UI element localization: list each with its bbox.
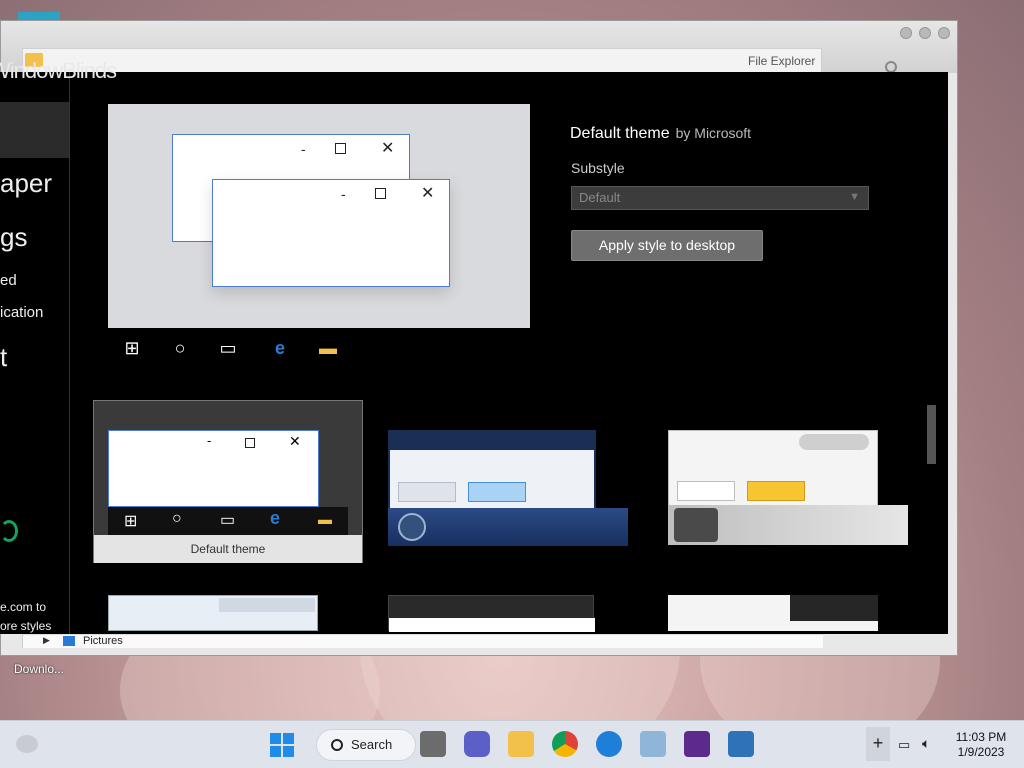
sidebar-item-wallpaper[interactable]: aper (0, 168, 52, 199)
address-item-pictures[interactable]: Pictures (83, 635, 123, 647)
taskbar: + ▭ 🔈︎ (0, 720, 1024, 768)
close-button[interactable] (938, 27, 950, 39)
edge-icon: e (270, 508, 281, 528)
sidebar-item-advanced[interactable]: ed (0, 272, 17, 289)
file-explorer-title: File Explorer (748, 54, 816, 68)
thumb-button-hover (747, 481, 805, 501)
cortana-circle-icon: ○ (174, 338, 186, 358)
style-thumbnail-light[interactable] (668, 595, 878, 631)
chrome-icon[interactable] (552, 731, 578, 757)
edge-icon: e (274, 338, 285, 358)
preview-minimize-icon: - (301, 141, 306, 157)
preview-maximize-icon (335, 143, 346, 154)
browser-icon[interactable] (596, 731, 622, 757)
windows-logo-icon: ⊞ (124, 338, 140, 358)
windowblinds-logo: WindowBlinds (0, 58, 117, 83)
style-name: Default theme (570, 125, 670, 142)
thumbnail-caption: Default theme (94, 535, 362, 563)
thumb-window (388, 430, 596, 510)
scrollbar-thumb[interactable] (927, 405, 936, 464)
settings-sidebar: aper gs ed ication t e.com to ore styles (0, 72, 70, 634)
thumb-caption-buttons (219, 598, 315, 612)
style-thumbnail-dark[interactable] (388, 595, 595, 632)
sidebar-link-line1[interactable]: e.com to (0, 600, 46, 614)
task-view-icon: ▭ (220, 512, 236, 529)
clock-time: 11:03 PM (955, 730, 1007, 744)
start-button-icon (674, 508, 718, 542)
stardock-logo-icon (0, 520, 18, 542)
style-title: Default theme by Microsoft (570, 125, 751, 143)
preview-close-icon: ✕ (381, 140, 395, 157)
windowblinds-icon[interactable] (728, 731, 754, 757)
task-view-icon: ▭ (219, 338, 237, 358)
style-thumbnail-classic[interactable] (108, 595, 318, 631)
style-preview: - ✕ - ✕ (108, 104, 530, 328)
sidebar-link-line2[interactable]: ore styles (0, 619, 51, 633)
substyle-label: Substyle (571, 160, 625, 176)
thumb-window (668, 430, 878, 510)
style-author: by Microsoft (675, 125, 752, 141)
thumb-taskbar: ⊞ ○ ▭ e ▬ (108, 507, 348, 535)
thumb-minimize-icon: - (207, 433, 212, 448)
style-thumbnail-silver[interactable] (668, 430, 908, 546)
taskbar-search[interactable]: Search (316, 729, 416, 761)
preview-maximize-icon (375, 188, 386, 199)
apply-style-button[interactable]: Apply style to desktop (571, 230, 763, 261)
minimize-button[interactable] (900, 27, 912, 39)
sidebar-item-about[interactable]: t (0, 342, 7, 373)
sidebar-item-settings[interactable]: gs (0, 222, 27, 253)
weather-icon[interactable] (16, 735, 38, 753)
desktop-download-label[interactable]: Downlo... (14, 662, 64, 676)
chevron-down-icon: ▼ (849, 191, 860, 203)
thumb-button-hover (468, 482, 526, 502)
start-button[interactable] (270, 733, 294, 757)
file-explorer-icon[interactable] (508, 731, 534, 757)
address-bar[interactable]: ▶ Pictures (23, 634, 823, 648)
cortana-circle-icon: ○ (172, 510, 182, 527)
thumb-maximize-icon (245, 438, 255, 448)
thumb-window-body (389, 618, 595, 632)
substyle-value: Default (579, 190, 621, 205)
thumb-button-normal (398, 482, 456, 502)
thumb-taskbar (388, 508, 628, 546)
task-view-icon[interactable] (420, 731, 446, 757)
thumb-titlebar (390, 432, 594, 450)
expand-arrow-icon[interactable]: ▶ (43, 635, 50, 646)
windows-logo-icon: ⊞ (124, 513, 138, 530)
maximize-button[interactable] (919, 27, 931, 39)
preview-minimize-icon: - (341, 186, 346, 202)
preview-window-front: - ✕ (212, 179, 450, 287)
pictures-folder-icon (63, 636, 75, 646)
sidebar-selected-item[interactable] (0, 102, 69, 158)
monitor-app-icon[interactable] (640, 731, 666, 757)
start-orb-icon (398, 513, 426, 541)
thumb-caption-buttons (790, 595, 878, 621)
teams-icon[interactable] (464, 731, 490, 757)
add-icon[interactable]: + (866, 727, 890, 761)
volume-icon[interactable]: 🔈︎ (922, 735, 930, 752)
thumb-caption-buttons (799, 434, 869, 450)
clock-date: 1/9/2023 (957, 745, 1005, 759)
thumb-window: - ✕ (108, 430, 319, 507)
app-icon[interactable] (684, 731, 710, 757)
network-icon[interactable]: ▭ (898, 737, 910, 753)
preview-close-icon: ✕ (421, 185, 435, 202)
folder-icon: ▬ (319, 338, 337, 358)
thumb-button-normal (677, 481, 735, 501)
search-icon (331, 739, 343, 751)
thumb-close-icon: ✕ (289, 433, 301, 449)
thumb-taskbar (668, 505, 908, 545)
search-label: Search (351, 737, 393, 752)
sidebar-item-application[interactable]: ication (0, 304, 43, 321)
substyle-select[interactable]: Default ▼ (571, 186, 869, 210)
style-thumbnail-default[interactable]: - ✕ ⊞ ○ ▭ e ▬ Default theme (93, 400, 363, 563)
system-clock[interactable]: 11:03 PM 1/9/2023 (946, 730, 1016, 760)
folder-icon: ▬ (318, 511, 332, 527)
style-thumbnail-blue[interactable] (388, 430, 628, 546)
